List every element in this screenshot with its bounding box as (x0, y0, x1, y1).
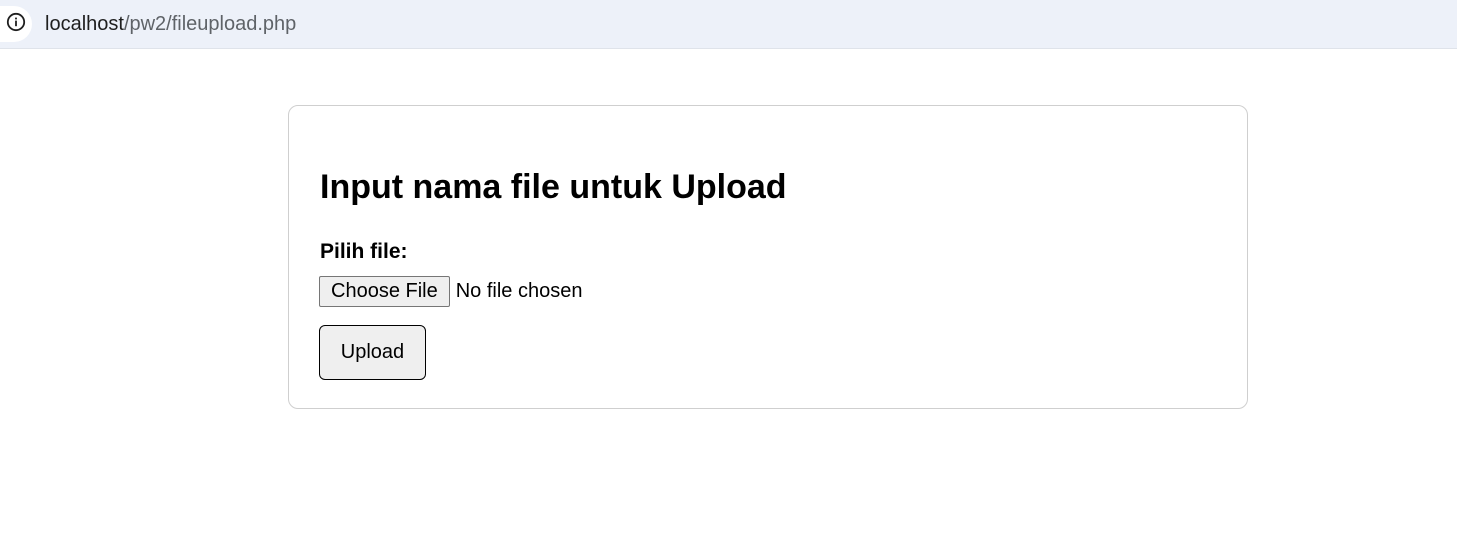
choose-file-button[interactable]: Choose File (319, 275, 450, 307)
info-icon (6, 12, 26, 37)
file-label: Pilih file: (320, 240, 408, 263)
upload-form-card: Input nama file untuk Upload Pilih file:… (288, 105, 1248, 409)
file-status-text: No file chosen (455, 280, 583, 302)
address-bar[interactable]: localhost/pw2/fileupload.php (0, 0, 1457, 49)
url-host: localhost (45, 13, 124, 35)
site-info-button[interactable] (0, 6, 32, 42)
file-input[interactable]: Choose File No file chosen (319, 275, 582, 307)
upload-button[interactable]: Upload (319, 325, 426, 380)
page-title: Input nama file untuk Upload (320, 168, 787, 206)
url-path: /pw2/fileupload.php (123, 13, 297, 35)
url-text[interactable]: localhost/pw2/fileupload.php (45, 13, 296, 35)
